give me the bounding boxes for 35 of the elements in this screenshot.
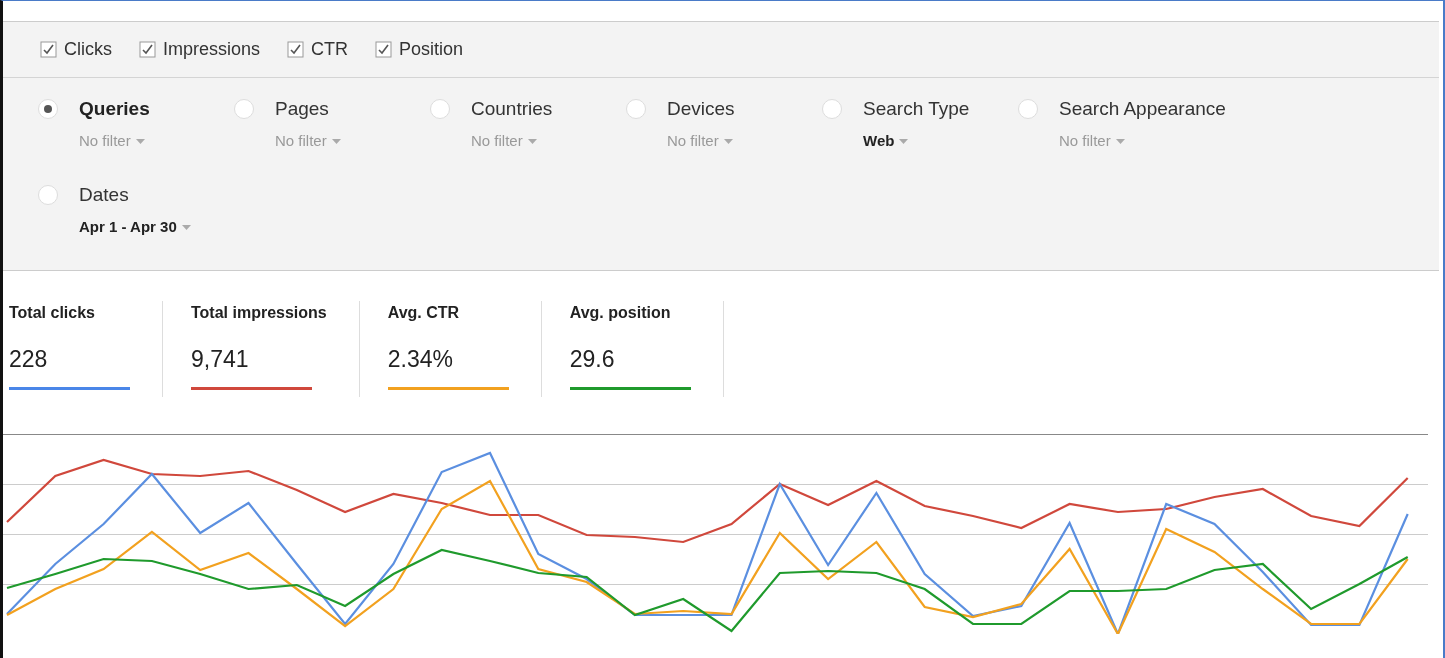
caret-icon [527, 138, 537, 144]
radio-button[interactable] [234, 99, 254, 119]
caret-icon [1115, 138, 1125, 144]
caret-icon [135, 138, 145, 144]
caret-icon [331, 138, 341, 144]
metric-label: Avg. position [569, 303, 672, 323]
caret-icon [723, 138, 733, 144]
metric-value: 2.34% [387, 345, 454, 374]
dimension-label[interactable]: Devices [667, 98, 735, 120]
metric-checkbox[interactable]: CTR [287, 36, 349, 63]
metric-value: 228 [9, 345, 49, 374]
filter-dropdown[interactable]: Web [863, 130, 909, 153]
caret-icon [181, 224, 191, 230]
filter-dropdown[interactable]: Apr 1 - Apr 30 [79, 216, 191, 239]
dimension-label[interactable]: Countries [471, 98, 553, 120]
dimension-label[interactable]: Pages [275, 98, 329, 120]
dimension-label[interactable]: Queries [79, 98, 150, 120]
dimension-label[interactable]: Search Type [863, 98, 970, 120]
metric-label: Avg. CTR [387, 303, 461, 323]
metric-value: 29.6 [569, 345, 616, 374]
radio-button[interactable] [38, 99, 58, 119]
metric-checkbox[interactable]: Clicks [40, 36, 112, 63]
radio-button[interactable] [626, 99, 646, 119]
metric-label: Total clicks [9, 303, 96, 323]
metric-checkbox[interactable]: Position [375, 36, 464, 63]
caret-icon [899, 138, 909, 144]
metric-label: Total impressions [191, 303, 327, 323]
radio-button[interactable] [1018, 99, 1038, 119]
metric-checkbox[interactable]: Impressions [139, 36, 261, 63]
radio-button[interactable] [430, 99, 450, 119]
dimension-label[interactable]: Dates [79, 184, 129, 206]
radio-button[interactable] [38, 185, 58, 205]
dimension-label[interactable]: Search Appearance [1059, 98, 1226, 120]
metric-value: 9,741 [191, 345, 250, 374]
radio-button[interactable] [822, 99, 842, 119]
